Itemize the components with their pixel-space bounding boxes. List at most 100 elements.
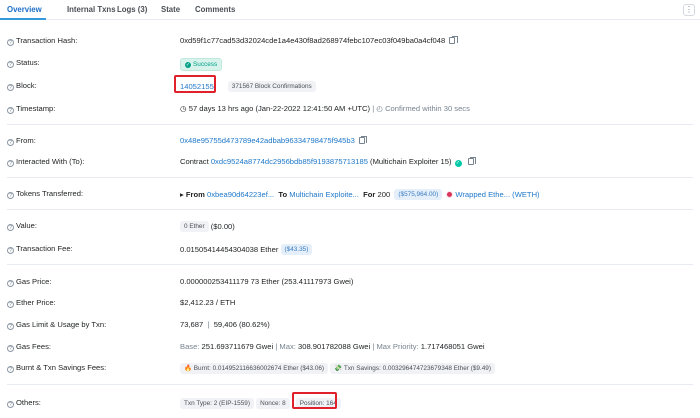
help-icon: ?: [7, 107, 14, 114]
token-amount: 200: [377, 190, 391, 199]
help-icon: ?: [7, 323, 14, 330]
help-icon: ?: [7, 160, 14, 167]
value-amount-badge: 0 Ether: [180, 221, 209, 232]
burnt-badge: 🔥 Burnt: 0.014952116636002674 Ether ($43…: [180, 363, 329, 374]
tab-bar: Overview Internal Txns Logs (3) State Co…: [0, 0, 700, 20]
timestamp-value: 57 days 13 hrs ago (Jan-22-2022 12:41:50…: [188, 104, 371, 113]
token-name-link[interactable]: Wrapped Ethe... (WETH): [455, 190, 539, 199]
ether-price-value: $2,412.23 / ETH: [180, 298, 236, 307]
token-from-label: From: [185, 190, 205, 199]
help-icon: ?: [7, 247, 14, 254]
max-fee-value: 308.901782088 Gwei: [298, 342, 371, 351]
max-priority-value: 1.717468051 Gwei: [420, 342, 485, 351]
fee-usd-badge: ($43.35): [280, 244, 313, 255]
status-label: Status:: [16, 58, 40, 67]
help-icon: ?: [7, 139, 14, 146]
gas-usage-value: 59,406 (80.62%): [213, 320, 270, 329]
tokens-row: ? Tokens Transferred: ▸ From 0xbea90d6422…: [0, 187, 700, 203]
contract-address-link[interactable]: 0xdc9524a8774dc2956bdb85f9193875713185: [211, 157, 368, 166]
gas-limit-row: ? Gas Limit & Usage by Txn: 73,687 | 59,4…: [0, 318, 700, 334]
help-icon: ?: [7, 84, 14, 91]
ether-price-label: Ether Price:: [16, 298, 56, 307]
txn-type-badge: Txn Type: 2 (EIP-1559): [180, 398, 254, 409]
copy-icon[interactable]: [449, 35, 458, 44]
help-icon: ?: [7, 39, 14, 46]
timestamp-label: Timestamp:: [16, 104, 56, 113]
verified-check-icon: ✓: [454, 160, 462, 167]
tx-hash-row: ? Transaction Hash: 0xd59f1c77cad53d32024…: [0, 34, 700, 50]
nonce-badge: Nonce: 8: [256, 398, 290, 409]
tab-overview[interactable]: Overview: [7, 0, 42, 20]
value-row: ? Value: 0 Ether ($0.00): [0, 219, 700, 235]
fee-label: Transaction Fee:: [16, 244, 73, 253]
savings-icon: 💸: [334, 365, 343, 372]
active-tab-indicator: [0, 18, 46, 20]
tab-state[interactable]: State: [161, 0, 180, 20]
status-row: ? Status: ✓ Success: [0, 56, 700, 72]
tab-comments[interactable]: Comments: [195, 0, 235, 20]
token-from-link[interactable]: 0xbea90d64223ef...: [207, 190, 274, 199]
interacted-label: Interacted With (To):: [16, 157, 85, 166]
divider: [7, 384, 693, 385]
divider: [7, 264, 693, 265]
contract-name: (Multichain Exploiter 15): [370, 157, 452, 166]
timestamp-separator: |: [372, 104, 375, 113]
block-label: Block:: [16, 81, 37, 90]
confirmed-within: Confirmed within 30 secs: [385, 104, 470, 113]
status-badge: ✓ Success: [180, 58, 223, 71]
help-icon: ?: [7, 280, 14, 287]
clock-icon: ◷: [180, 104, 189, 113]
tx-hash-label: Transaction Hash:: [16, 36, 78, 45]
copy-icon[interactable]: [358, 135, 368, 144]
burnt-label: Burnt & Txn Savings Fees:: [16, 363, 107, 372]
gas-price-value: 0.000000253411179 73 Ether (253.41117973…: [180, 277, 354, 286]
highlight-box-block: [174, 75, 216, 93]
token-to-label: To: [278, 190, 288, 199]
tab-logs[interactable]: Logs (3): [117, 0, 147, 20]
base-fee-value: 251.693711679 Gwei: [201, 342, 274, 351]
gas-price-label: Gas Price:: [16, 277, 52, 286]
copy-icon[interactable]: [467, 156, 477, 165]
block-row: ? Block: 14052155 371567 Block Confirmatio…: [0, 79, 700, 95]
gas-fees-row: ? Gas Fees: Base: 251.693711679 Gwei | Ma…: [0, 340, 700, 356]
gas-price-row: ? Gas Price: 0.000000253411179 73 Ether (…: [0, 275, 700, 291]
help-icon: ?: [7, 345, 14, 352]
tokens-label: Tokens Transferred:: [16, 189, 84, 198]
block-confirmations-badge: 371567 Block Confirmations: [227, 81, 316, 92]
help-icon: ?: [7, 301, 14, 308]
help-icon: ?: [7, 401, 14, 408]
fire-icon: 🔥: [184, 365, 192, 372]
contract-prefix: Contract: [180, 157, 209, 166]
burnt-row: ? Burnt & Txn Savings Fees: 🔥 Burnt: 0.01…: [0, 361, 700, 377]
others-label: Others:: [16, 398, 41, 407]
token-usd-badge: ($575,964.00): [394, 189, 443, 200]
check-circle-icon: ✓: [185, 62, 191, 68]
weth-token-icon: [446, 191, 454, 198]
token-for-label: For: [363, 190, 376, 199]
tab-internal-txns[interactable]: Internal Txns: [67, 0, 116, 20]
from-row: ? From: 0x48e95755d473789e42adbab96334798…: [0, 134, 700, 150]
others-row: ? Others: Txn Type: 2 (EIP-1559) Nonce: 8…: [0, 396, 700, 412]
divider: [7, 209, 693, 210]
value-usd: ($0.00): [210, 222, 235, 231]
divider: [7, 124, 693, 125]
timer-icon: ◴: [376, 104, 383, 113]
help-icon: ?: [7, 224, 14, 231]
timestamp-row: ? Timestamp: ◷ 57 days 13 hrs ago (Jan-22…: [0, 102, 700, 118]
from-address-link[interactable]: 0x48e95755d473789e42adbab96334798475f945…: [180, 136, 355, 145]
more-options-button[interactable]: ⋮: [683, 4, 695, 16]
interacted-row: ? Interacted With (To): Contract 0xdc9524…: [0, 155, 700, 171]
help-icon: ?: [7, 366, 14, 373]
ether-price-row: ? Ether Price: $2,412.23 / ETH: [0, 296, 700, 312]
divider: [7, 177, 693, 178]
gas-limit-value: 73,687: [180, 320, 204, 329]
fee-row: ? Transaction Fee: 0.01505414454304038 Et…: [0, 242, 700, 258]
savings-badge: 💸 Txn Savings: 0.003296474723679348 Ethe…: [330, 363, 495, 374]
help-icon: ?: [7, 61, 14, 68]
help-icon: ?: [7, 192, 14, 199]
gas-fees-label: Gas Fees:: [16, 342, 52, 351]
value-label: Value:: [16, 221, 37, 230]
fee-amount: 0.01505414454304038 Ether: [180, 245, 279, 254]
token-to-link[interactable]: Multichain Exploite...: [289, 190, 359, 199]
tx-hash-value: 0xd59f1c77cad53d32024cde1a4e430f8ad26897…: [180, 36, 446, 45]
